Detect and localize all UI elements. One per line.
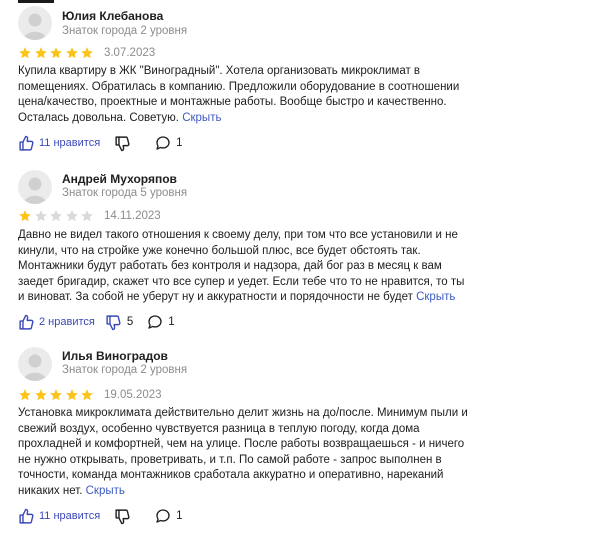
review-text: Купила квартиру в ЖК "Виноградный". Хоте… xyxy=(18,64,468,126)
thumbs-down-icon xyxy=(114,508,131,525)
hide-link[interactable]: Скрыть xyxy=(416,291,455,303)
like-button[interactable]: 11 нравится xyxy=(18,508,100,525)
thumbs-up-icon xyxy=(18,508,35,525)
avatar[interactable] xyxy=(18,347,52,381)
review-date: 19.05.2023 xyxy=(103,389,162,401)
dislike-button[interactable] xyxy=(114,135,131,152)
like-count: 2 нравится xyxy=(39,316,95,328)
dislike-button[interactable]: 5 xyxy=(105,314,133,331)
rating: 14.11.2023 xyxy=(18,209,161,223)
avatar[interactable] xyxy=(18,170,52,204)
top-divider xyxy=(18,0,54,3)
author-name[interactable]: Андрей Мухоряпов xyxy=(62,172,177,186)
author-level: Знаток города 5 уровня xyxy=(62,187,188,199)
author-name[interactable]: Илья Виноградов xyxy=(62,349,168,363)
like-count: 11 нравится xyxy=(39,137,101,149)
avatar[interactable] xyxy=(18,6,52,40)
author-level: Знаток города 2 уровня xyxy=(62,364,188,376)
star-filled-icon xyxy=(65,47,78,59)
comment-icon xyxy=(155,135,171,151)
review-actions: 11 нравится 1 xyxy=(18,507,183,525)
review-actions: 11 нравится 1 xyxy=(18,134,183,152)
star-filled-icon xyxy=(50,47,63,59)
star-empty-icon xyxy=(50,210,63,222)
star-filled-icon xyxy=(81,47,94,59)
star-filled-icon xyxy=(19,47,31,59)
comment-count: 1 xyxy=(176,510,183,522)
rating: 19.05.2023 xyxy=(18,388,162,402)
dislike-count: 5 xyxy=(126,316,134,328)
star-filled-icon xyxy=(65,389,78,401)
thumbs-up-icon xyxy=(18,135,35,152)
star-empty-icon xyxy=(81,210,94,222)
star-filled-icon xyxy=(81,389,94,401)
author-level: Знаток города 2 уровня xyxy=(62,25,188,37)
like-button[interactable]: 2 нравится xyxy=(18,314,95,331)
star-filled-icon xyxy=(19,210,31,222)
comment-icon xyxy=(155,508,171,524)
comment-count: 1 xyxy=(176,137,183,149)
star-filled-icon xyxy=(34,389,47,401)
star-filled-icon xyxy=(34,47,47,59)
comments-button[interactable]: 1 xyxy=(147,314,175,330)
dislike-button[interactable] xyxy=(114,508,131,525)
review-body: Купила квартиру в ЖК "Виноградный". Хоте… xyxy=(18,65,460,124)
comment-count: 1 xyxy=(168,316,175,328)
review-actions: 2 нравится 5 1 xyxy=(18,313,175,331)
like-button[interactable]: 11 нравится xyxy=(18,135,100,152)
review-text: Давно не видел такого отношения к своему… xyxy=(18,228,468,306)
rating: 3.07.2023 xyxy=(18,46,155,60)
like-count: 11 нравится xyxy=(39,510,101,522)
hide-link[interactable]: Скрыть xyxy=(182,112,221,124)
review-body: Установка микроклимата действительно дел… xyxy=(18,407,468,497)
review-body: Давно не видел такого отношения к своему… xyxy=(18,229,465,303)
star-filled-icon xyxy=(50,389,63,401)
review-date: 3.07.2023 xyxy=(103,47,156,59)
star-empty-icon xyxy=(65,210,78,222)
comments-button[interactable]: 1 xyxy=(155,508,183,524)
author-name[interactable]: Юлия Клебанова xyxy=(62,9,163,23)
thumbs-down-icon xyxy=(105,314,122,331)
thumbs-up-icon xyxy=(18,314,35,331)
thumbs-down-icon xyxy=(114,135,131,152)
comments-button[interactable]: 1 xyxy=(155,135,183,151)
star-empty-icon xyxy=(34,210,47,222)
hide-link[interactable]: Скрыть xyxy=(86,485,125,497)
review-date: 14.11.2023 xyxy=(103,210,161,222)
review-text: Установка микроклимата действительно дел… xyxy=(18,406,468,499)
star-filled-icon xyxy=(19,389,31,401)
comment-icon xyxy=(147,314,163,330)
